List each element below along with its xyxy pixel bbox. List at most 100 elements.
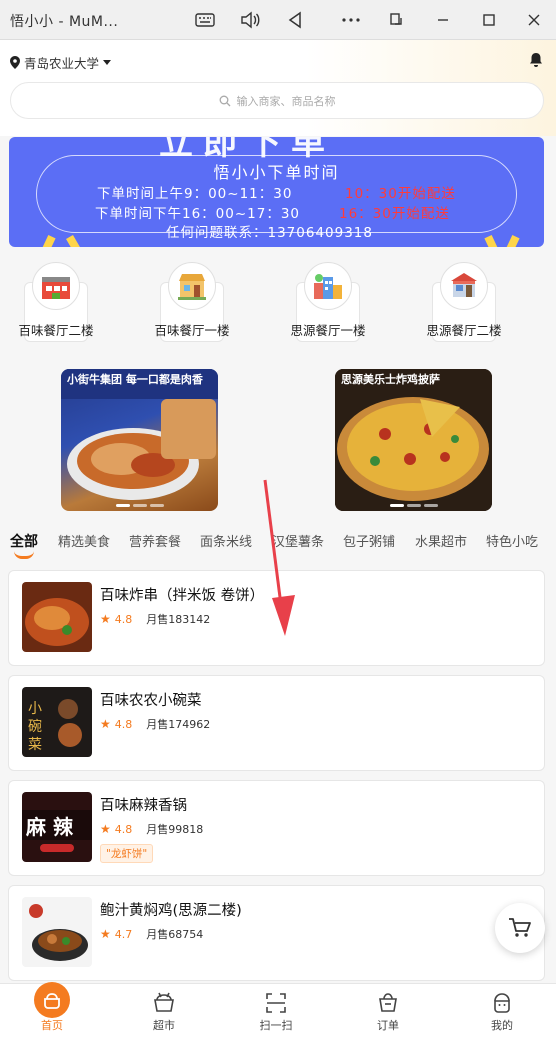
- nav-scan[interactable]: 扫一扫: [236, 984, 316, 1037]
- nav-orders[interactable]: 订单: [348, 984, 428, 1037]
- nav-label: 订单: [377, 1019, 399, 1032]
- category-bai-wei-2f[interactable]: 百味餐厅二楼: [18, 262, 94, 344]
- minimize-icon[interactable]: [428, 6, 458, 34]
- home-icon: [34, 982, 70, 1018]
- store-thumbnail: 麻 辣: [22, 792, 92, 862]
- nav-label: 超市: [153, 1019, 175, 1032]
- tab-set-meals[interactable]: 营养套餐: [129, 531, 181, 550]
- store-name: 鲍汁黄焖鸡(思源二楼): [100, 903, 242, 919]
- location-label: 青岛农业大学: [24, 56, 100, 71]
- banner-decoration: [506, 234, 520, 247]
- store-sales: 月售174962: [146, 718, 211, 731]
- keyboard-icon[interactable]: [190, 6, 220, 34]
- banner-contact: 任何问题联系：13706409318: [166, 225, 373, 241]
- promo-pizza[interactable]: 思源美乐士炸鸡披萨: [335, 369, 492, 511]
- store-rating: 4.8: [114, 612, 133, 626]
- banner-decoration: [66, 234, 80, 247]
- star-icon: ★: [100, 927, 111, 941]
- cart-icon: [509, 918, 531, 937]
- more-icon[interactable]: [336, 6, 366, 34]
- category-bai-wei-1f[interactable]: 百味餐厅一楼: [154, 262, 230, 344]
- close-icon[interactable]: [519, 6, 549, 34]
- category-label: 百味餐厅二楼: [18, 323, 94, 338]
- star-icon: ★: [100, 612, 111, 626]
- search-bar[interactable]: 输入商家、商品名称: [10, 82, 544, 119]
- volume-icon[interactable]: [235, 6, 265, 34]
- back-icon[interactable]: [280, 6, 310, 34]
- nav-label: 首页: [41, 1019, 63, 1032]
- store-card[interactable]: 小碗菜 百味农农小碗菜 ★ 4.8 月售174962: [8, 675, 545, 771]
- nav-home[interactable]: 首页: [12, 982, 92, 1037]
- scroll-down-arrow: [263, 479, 295, 636]
- banner-afternoon-delivery: 16：30开始配送: [339, 206, 450, 222]
- location-pin-icon: [10, 56, 20, 69]
- shop-building-icon: [168, 262, 216, 310]
- promo-pager: [389, 504, 438, 507]
- banner-decoration: [42, 234, 56, 247]
- promo-pizza-image: [335, 369, 492, 511]
- store-sales: 月售68754: [146, 928, 204, 941]
- search-icon: [219, 95, 230, 106]
- caret-down-icon: [103, 60, 112, 65]
- app-root: 悟小小 - MuM... 青岛农业大学 输入商家、商品名称 立即下单 悟小小下单…: [0, 0, 556, 1037]
- tab-all[interactable]: 全部: [10, 531, 38, 551]
- store-name: 百味农农小碗菜: [100, 693, 202, 709]
- svg-text:小: 小: [28, 701, 42, 717]
- store-sales: 月售183142: [146, 613, 211, 626]
- store-front-icon: [440, 262, 488, 310]
- location-selector[interactable]: 青岛农业大学: [10, 53, 112, 72]
- store-tag: "龙虾饼": [100, 844, 154, 863]
- store-rating: 4.8: [114, 822, 133, 836]
- thumb-text: 麻 辣: [25, 815, 74, 839]
- profile-icon: [494, 993, 510, 1013]
- banner-morning-delivery: 10：30开始配送: [345, 186, 456, 202]
- category-si-yuan-2f[interactable]: 思源餐厅二楼: [426, 262, 502, 344]
- banner-title: 悟小小下单时间: [213, 163, 340, 182]
- window-title: 悟小小 - MuM...: [10, 14, 119, 30]
- store-name: 百味麻辣香锅: [100, 798, 187, 814]
- store-thumbnail: [22, 897, 92, 967]
- store-thumbnail: 小碗菜: [22, 687, 92, 757]
- banner-morning-time: 下单时间上午9：00~11：30: [97, 186, 293, 202]
- category-label: 思源餐厅二楼: [426, 323, 502, 338]
- search-placeholder: 输入商家、商品名称: [236, 94, 336, 108]
- town-buildings-icon: [304, 262, 352, 310]
- store-thumbnail: [22, 582, 92, 652]
- tab-noodles[interactable]: 面条米线: [200, 531, 252, 550]
- nav-label: 扫一扫: [259, 1019, 293, 1032]
- store-rating: 4.7: [114, 927, 133, 941]
- promo-pager: [115, 504, 164, 507]
- tab-buns-porridge[interactable]: 包子粥铺: [343, 531, 395, 550]
- svg-text:菜: 菜: [28, 737, 42, 753]
- store-rating: 4.8: [114, 717, 133, 731]
- category-label: 思源餐厅一楼: [290, 323, 366, 338]
- nav-supermarket[interactable]: 超市: [124, 984, 204, 1037]
- store-card[interactable]: 麻 辣 百味麻辣香锅 ★ 4.8 月售99818 "龙虾饼": [8, 780, 545, 876]
- bell-icon[interactable]: [528, 52, 544, 68]
- category-si-yuan-1f[interactable]: 思源餐厅一楼: [290, 262, 366, 344]
- svg-text:碗: 碗: [28, 719, 42, 735]
- store-card[interactable]: 鲍汁黄焖鸡(思源二楼) ★ 4.7 月售68754: [8, 885, 545, 981]
- window-title-bar: 悟小小 - MuM...: [0, 0, 556, 40]
- tab-snacks[interactable]: 特色小吃: [486, 531, 538, 550]
- supermarket-icon: [154, 992, 174, 1012]
- nav-profile[interactable]: 我的: [462, 984, 542, 1037]
- store-name: 百味炸串（拌米饭 卷饼）: [100, 588, 265, 604]
- order-icon: [379, 993, 397, 1012]
- promo-beef-noodle[interactable]: 小街牛集团 每一口都是肉香: [61, 369, 218, 511]
- app-header: 青岛农业大学 输入商家、商品名称: [0, 40, 556, 136]
- store-meta: ★ 4.8 月售99818: [100, 821, 203, 837]
- store-meta: ★ 4.8 月售174962: [100, 716, 210, 732]
- cart-button[interactable]: [495, 903, 545, 953]
- rotate-icon[interactable]: [382, 6, 412, 34]
- promo-caption: 思源美乐士炸鸡披萨: [341, 373, 440, 386]
- maximize-icon[interactable]: [474, 6, 504, 34]
- bottom-navigation: 首页 超市 扫一扫 订单 我的: [0, 982, 556, 1037]
- order-time-banner[interactable]: 立即下单 悟小小下单时间 下单时间上午9：00~11：30 10：30开始配送 …: [9, 137, 544, 247]
- tab-fruit-market[interactable]: 水果超市: [415, 531, 467, 550]
- tab-featured[interactable]: 精选美食: [58, 531, 110, 550]
- star-icon: ★: [100, 717, 111, 731]
- nav-label: 我的: [491, 1019, 513, 1032]
- store-meta: ★ 4.7 月售68754: [100, 926, 203, 942]
- banner-decoration: [484, 234, 498, 247]
